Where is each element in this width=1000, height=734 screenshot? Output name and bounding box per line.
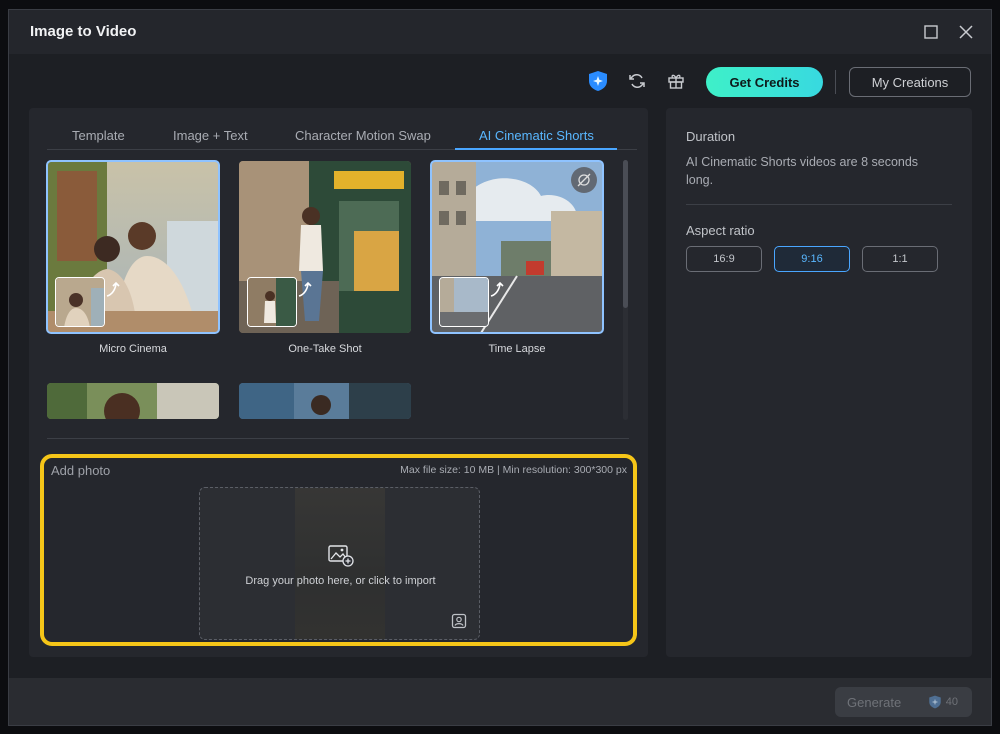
- motion-badge-icon: [571, 167, 597, 193]
- generate-cost: 40: [928, 695, 958, 709]
- tab-image-text[interactable]: Image + Text: [173, 128, 248, 143]
- portrait-library-icon[interactable]: [451, 613, 467, 629]
- tab-character-motion-swap[interactable]: Character Motion Swap: [295, 128, 431, 143]
- title-bar: Image to Video: [9, 10, 991, 54]
- ratio-1-1-button[interactable]: 1:1: [862, 246, 938, 272]
- template-label: Time Lapse: [488, 343, 546, 355]
- generate-button[interactable]: Generate 40: [835, 687, 972, 717]
- time-lapse-source-thumb: [439, 277, 489, 327]
- template-label: One-Take Shot: [288, 343, 362, 355]
- image-to-video-window: Image to Video Get Credits My Creations …: [8, 9, 992, 726]
- transform-arrow-icon: [490, 281, 504, 297]
- maximize-button[interactable]: [921, 22, 941, 42]
- duration-description: AI Cinematic Shorts videos are 8 seconds…: [686, 155, 919, 187]
- template-card-partial-1[interactable]: [47, 383, 219, 419]
- tab-ai-cinematic-shorts[interactable]: AI Cinematic Shorts: [479, 128, 594, 143]
- tab-bar: Template Image + Text Character Motion S…: [47, 120, 637, 150]
- credit-icon: [929, 695, 941, 709]
- duration-label: Duration: [686, 129, 736, 144]
- upload-limits: Max file size: 10 MB | Min resolution: 3…: [400, 464, 627, 476]
- template-card-partial-2[interactable]: [239, 383, 411, 419]
- dropzone-instructions: Drag your photo here, or click to import: [245, 575, 436, 587]
- template-label: Micro Cinema: [99, 343, 167, 355]
- transform-arrow-icon: [106, 281, 120, 297]
- template-card-time-lapse[interactable]: [430, 160, 604, 334]
- settings-panel: Duration AI Cinematic Shorts videos are …: [666, 108, 972, 657]
- active-tab-underline: [455, 148, 617, 150]
- transform-arrow-icon: [298, 281, 312, 297]
- settings-separator: [686, 204, 952, 205]
- template-card-micro-cinema[interactable]: [46, 160, 220, 334]
- my-creations-button[interactable]: My Creations: [849, 67, 971, 97]
- add-photo-section: Add photo Max file size: 10 MB | Min res…: [40, 454, 637, 646]
- get-credits-button[interactable]: Get Credits: [706, 67, 823, 97]
- photo-dropzone[interactable]: Drag your photo here, or click to import: [199, 487, 480, 640]
- micro-cinema-source-thumb: [55, 277, 105, 327]
- template-panel: Template Image + Text Character Motion S…: [29, 108, 648, 657]
- add-photo-label: Add photo: [51, 463, 111, 478]
- footer-bar: Generate 40: [9, 678, 991, 725]
- generate-label: Generate: [847, 694, 902, 710]
- one-take-shot-source-thumb: [247, 277, 297, 327]
- template-card-one-take-shot[interactable]: [239, 161, 411, 333]
- window-title: Image to Video: [30, 23, 137, 40]
- credits-shield-icon[interactable]: [587, 70, 609, 92]
- close-icon: [959, 25, 973, 39]
- toolbar-divider: [835, 70, 836, 94]
- panel-separator: [47, 438, 629, 439]
- aspect-ratio-label: Aspect ratio: [686, 223, 755, 238]
- generate-cost-value: 40: [945, 696, 958, 708]
- tab-template[interactable]: Template: [72, 128, 125, 143]
- add-image-icon: [328, 545, 354, 567]
- ratio-9-16-button[interactable]: 9:16: [774, 246, 850, 272]
- close-button[interactable]: [956, 22, 976, 42]
- gift-icon[interactable]: [665, 70, 687, 92]
- maximize-icon: [924, 25, 938, 39]
- template-scrollbar[interactable]: [623, 160, 628, 308]
- refresh-icon[interactable]: [626, 70, 648, 92]
- ratio-16-9-button[interactable]: 16:9: [686, 246, 762, 272]
